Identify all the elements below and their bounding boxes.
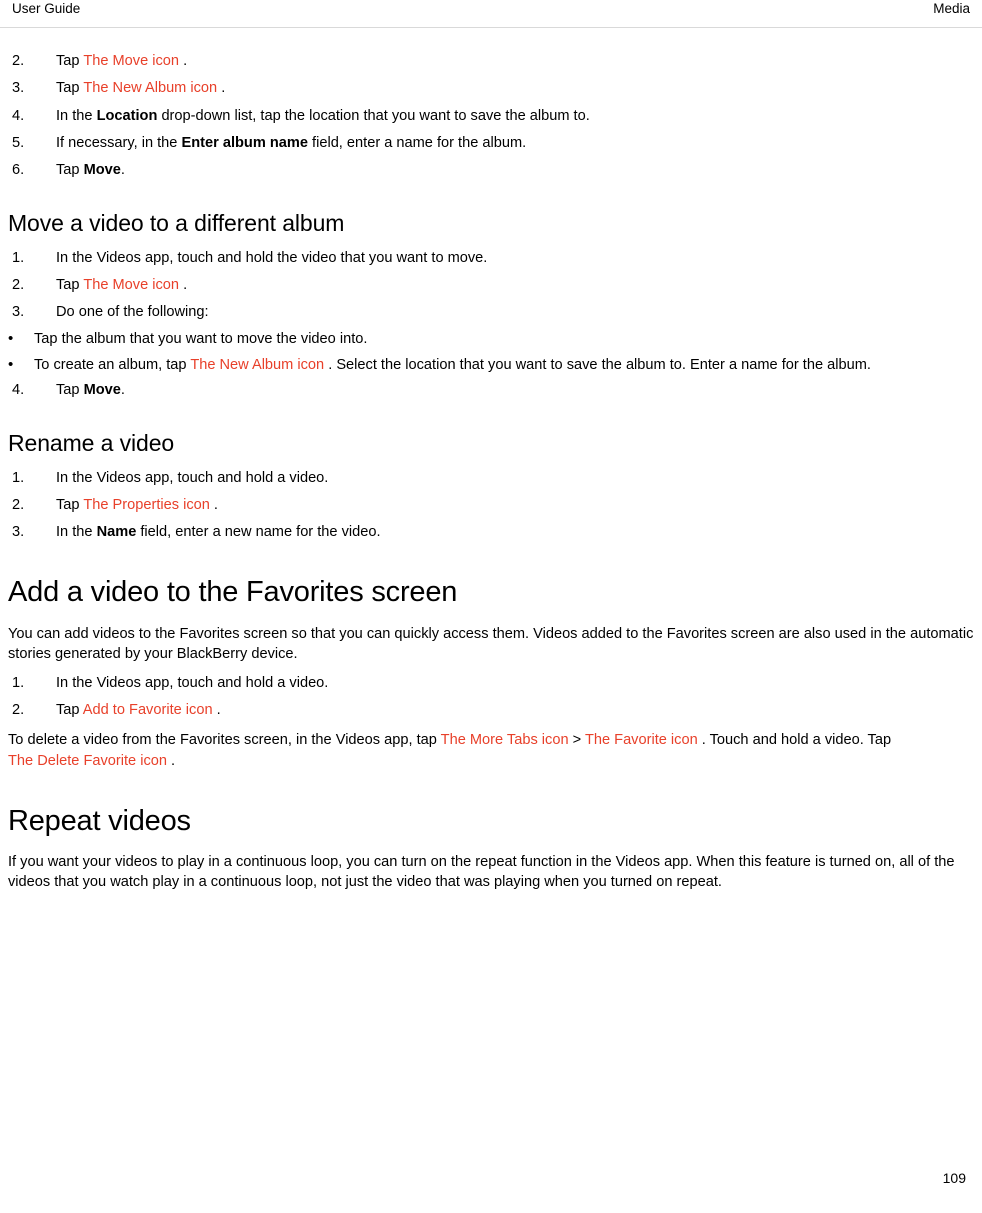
step-text: In the Videos app, touch and hold the vi… xyxy=(56,249,488,266)
list-item: 6. Tap Move. xyxy=(8,161,974,180)
header-left-label: User Guide xyxy=(12,1,81,16)
move-icon-link[interactable]: The Move icon xyxy=(83,53,179,69)
page-number: 109 xyxy=(942,1170,966,1186)
step-number: 6. xyxy=(12,162,25,178)
rename-video-steps-list: 1. In the Videos app, touch and hold a v… xyxy=(8,469,974,543)
add-favorites-steps-list: 1. In the Videos app, touch and hold a v… xyxy=(8,674,974,721)
list-item: 1. In the Videos app, touch and hold the… xyxy=(8,249,974,268)
step-text-pre: Tap xyxy=(56,276,84,293)
add-to-favorite-icon-link[interactable]: Add to Favorite icon xyxy=(83,702,213,718)
step-text-bold: Location xyxy=(96,107,158,124)
step-number: 1. xyxy=(12,249,25,266)
document-page: User Guide Media 2. Tap The Move icon . … xyxy=(0,0,982,1213)
list-item: 4. In the Location drop-down list, tap t… xyxy=(8,107,974,126)
page-header: User Guide Media xyxy=(0,0,982,28)
section-heading-add-favorites: Add a video to the Favorites screen xyxy=(8,576,458,609)
step-text-post: . xyxy=(120,162,125,178)
more-tabs-icon-link[interactable]: The More Tabs icon xyxy=(441,732,569,748)
bullet-dot: • xyxy=(8,355,14,373)
step-text-bold: Move xyxy=(83,162,121,178)
outro-part3: . Touch and hold a video. Tap xyxy=(697,732,892,749)
outro-part4: . xyxy=(167,752,176,769)
step-number: 1. xyxy=(12,469,25,486)
step-text-post: . xyxy=(179,53,188,69)
step-text-pre: In the xyxy=(56,524,97,541)
list-item: • To create an album, tap The New Album … xyxy=(8,356,974,375)
step-text-pre: Tap xyxy=(56,702,83,719)
step-text-bold: Enter album name xyxy=(181,134,308,151)
new-album-icon-link[interactable]: The New Album icon xyxy=(190,357,324,373)
outro-part1: To delete a video from the Favorites scr… xyxy=(8,732,441,749)
outro-part2: > xyxy=(568,732,585,749)
list-item: 2. Tap The Properties icon . xyxy=(8,496,974,515)
move-video-steps-list: 1. In the Videos app, touch and hold the… xyxy=(8,249,974,323)
move-photo-steps-list: 2. Tap The Move icon . 3. Tap The New Al… xyxy=(8,52,974,180)
step-text-bold: Name xyxy=(96,524,137,541)
repeat-videos-intro: If you want your videos to play in a con… xyxy=(8,854,955,891)
step-text-post: . xyxy=(120,381,125,398)
step-text: In the Videos app, touch and hold a vide… xyxy=(56,469,329,486)
list-item: 3. In the Name field, enter a new name f… xyxy=(8,523,974,542)
step-text: In the Videos app, touch and hold a vide… xyxy=(56,674,329,691)
step-number: 4. xyxy=(12,107,25,124)
step-number: 5. xyxy=(12,134,25,151)
favorite-icon-link[interactable]: The Favorite icon xyxy=(585,732,698,748)
document-content: 2. Tap The Move icon . 3. Tap The New Al… xyxy=(8,46,974,902)
step-text-post: . xyxy=(212,702,221,719)
step-number: 1. xyxy=(12,674,25,691)
step-number: 4. xyxy=(12,381,25,398)
section-heading-repeat-videos: Repeat videos xyxy=(8,804,191,837)
add-favorites-outro: To delete a video from the Favorites scr… xyxy=(8,730,974,770)
step-text: Do one of the following: xyxy=(56,304,209,321)
step-text-post: . xyxy=(217,80,226,97)
list-item: 2. Tap Add to Favorite icon . xyxy=(8,701,974,720)
step-text-post: . xyxy=(209,496,218,513)
move-video-steps-list-continued: 4. Tap Move. xyxy=(8,381,974,400)
step-text-post: drop-down list, tap the location that yo… xyxy=(157,107,590,124)
step-text-post: field, enter a new name for the video. xyxy=(136,524,381,541)
list-item: 1. In the Videos app, touch and hold a v… xyxy=(8,674,974,693)
delete-favorite-icon-link[interactable]: The Delete Favorite icon xyxy=(8,753,167,769)
section-heading-move-video: Move a video to a different album xyxy=(8,210,345,237)
step-text-post: field, enter a name for the album. xyxy=(307,134,527,151)
list-item: 4. Tap Move. xyxy=(8,381,974,400)
step-text-pre: Tap xyxy=(56,80,84,97)
step-number: 3. xyxy=(12,304,25,321)
page-footer: 109 xyxy=(0,1170,982,1186)
list-item: 3. Tap The New Album icon . xyxy=(8,79,974,98)
new-album-icon-link[interactable]: The New Album icon xyxy=(83,80,217,96)
step-number: 2. xyxy=(12,53,25,69)
list-item: 2. Tap The Move icon . xyxy=(8,276,974,295)
step-number: 2. xyxy=(12,702,25,719)
add-favorites-intro: You can add videos to the Favorites scre… xyxy=(8,625,974,662)
step-text-pre: If necessary, in the xyxy=(56,134,182,151)
step-text-bold: Move xyxy=(83,381,121,398)
step-number: 3. xyxy=(12,524,25,541)
step-text-pre: In the xyxy=(56,107,97,124)
step-text-pre: Tap xyxy=(56,381,84,398)
list-item: 1. In the Videos app, touch and hold a v… xyxy=(8,469,974,488)
step-text-pre: Tap xyxy=(56,496,84,513)
step-number: 3. xyxy=(12,80,25,97)
step-text-pre: Tap xyxy=(56,53,84,69)
bullet-text: Tap the album that you want to move the … xyxy=(34,331,368,348)
list-item: 5. If necessary, in the Enter album name… xyxy=(8,134,974,153)
header-right-label: Media xyxy=(933,1,970,16)
bullet-dot: • xyxy=(8,330,14,348)
list-item: 2. Tap The Move icon . xyxy=(8,52,974,71)
list-item: 3. Do one of the following: xyxy=(8,303,974,322)
section-heading-rename-video: Rename a video xyxy=(8,430,175,457)
step-text-pre: Tap xyxy=(56,162,84,178)
list-item: • Tap the album that you want to move th… xyxy=(8,330,974,349)
properties-icon-link[interactable]: The Properties icon xyxy=(83,497,210,513)
step-number: 2. xyxy=(12,496,25,513)
move-video-options-list: • Tap the album that you want to move th… xyxy=(8,330,974,375)
bullet-text-pre: To create an album, tap xyxy=(34,356,191,373)
step-number: 2. xyxy=(12,276,25,293)
bullet-text-post: . Select the location that you want to s… xyxy=(324,356,871,373)
step-text-post: . xyxy=(179,276,188,293)
move-icon-link[interactable]: The Move icon xyxy=(83,277,179,293)
